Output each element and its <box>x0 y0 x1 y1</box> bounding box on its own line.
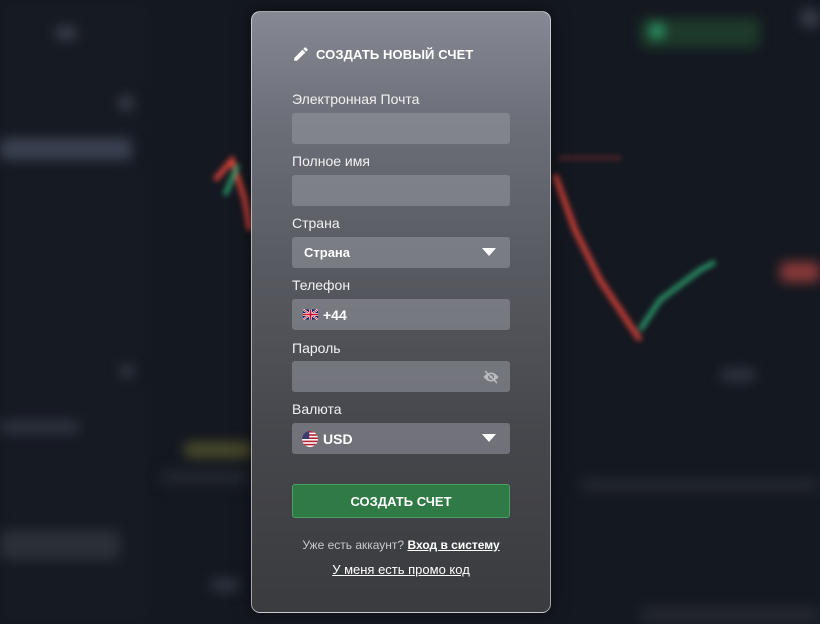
have-account-text: Уже есть аккаунт? <box>302 538 405 552</box>
country-select-value: Страна <box>304 245 351 260</box>
email-field[interactable] <box>292 113 510 144</box>
modal-title: СОЗДАТЬ НОВЫЙ СЧЕТ <box>316 46 474 62</box>
phone-code: +44 <box>323 306 347 323</box>
chevron-down-icon <box>482 248 496 256</box>
currency-label: Валюта <box>292 401 342 417</box>
currency-value: USD <box>323 430 353 447</box>
phone-field[interactable]: +44 <box>292 299 510 330</box>
promo-code-link[interactable]: У меня есть промо код <box>252 562 550 577</box>
create-account-modal: СОЗДАТЬ НОВЫЙ СЧЕТ Электронная Почта Пол… <box>251 11 551 613</box>
us-flag-icon <box>302 430 318 447</box>
modal-header: СОЗДАТЬ НОВЫЙ СЧЕТ <box>292 45 473 63</box>
phone-label: Телефон <box>292 277 351 293</box>
full-name-field[interactable] <box>292 175 510 206</box>
chevron-down-icon <box>482 434 496 442</box>
country-select[interactable]: Страна <box>292 237 510 268</box>
password-field[interactable] <box>292 361 510 392</box>
email-label: Электронная Почта <box>292 91 420 107</box>
uk-flag-icon[interactable] <box>303 309 318 320</box>
password-label: Пароль <box>292 340 341 356</box>
pencil-icon <box>294 47 308 61</box>
login-link[interactable]: Вход в систему <box>407 538 499 552</box>
login-row: Уже есть аккаунт? Вход в систему <box>252 538 550 552</box>
country-label: Страна <box>292 215 340 231</box>
full-name-label: Полное имя <box>292 153 370 169</box>
currency-select[interactable]: USD <box>292 423 510 454</box>
create-account-button[interactable]: СОЗДАТЬ СЧЕТ <box>292 484 510 518</box>
eye-slash-icon[interactable] <box>482 368 500 386</box>
